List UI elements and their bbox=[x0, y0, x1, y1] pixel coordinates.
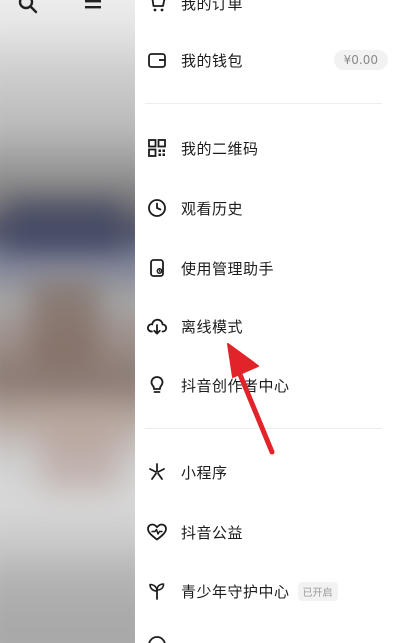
menu-item-label: 青少年守护中心 bbox=[181, 582, 290, 601]
menu-item-youth-protection[interactable]: 青少年守护中心 已开启 bbox=[145, 576, 400, 606]
side-drawer: 我的订单 我的钱包 ¥0.00 我的二维码 观看历史 使用管理助手 离线模式 抖… bbox=[135, 0, 400, 643]
menu-item-orders[interactable]: 我的订单 bbox=[145, 0, 400, 18]
top-icons bbox=[18, 0, 102, 14]
qrcode-icon bbox=[145, 136, 169, 160]
partial-icon bbox=[145, 633, 169, 643]
menu-item-qrcode[interactable]: 我的二维码 bbox=[145, 133, 400, 163]
sprout-icon bbox=[145, 579, 169, 603]
menu-item-label: 离线模式 bbox=[181, 317, 244, 336]
phone-icon bbox=[145, 256, 169, 280]
clock-icon bbox=[145, 196, 169, 220]
menu-item-label: 使用管理助手 bbox=[181, 259, 275, 278]
menu-item-label: 观看历史 bbox=[181, 199, 244, 218]
menu-item-usage-manager[interactable]: 使用管理助手 bbox=[145, 253, 400, 283]
blurred-blob bbox=[10, 200, 120, 250]
menu-item-label: 小程序 bbox=[181, 463, 228, 482]
divider bbox=[145, 103, 382, 104]
blurred-blob bbox=[30, 280, 100, 370]
screen: 我的订单 我的钱包 ¥0.00 我的二维码 观看历史 使用管理助手 离线模式 抖… bbox=[0, 0, 400, 643]
menu-item-wallet[interactable]: 我的钱包 ¥0.00 bbox=[145, 45, 400, 75]
menu-item-label: 我的二维码 bbox=[181, 139, 259, 158]
menu-item-partial[interactable] bbox=[145, 630, 400, 643]
menu-item-label: 抖音公益 bbox=[181, 523, 244, 542]
sparkle-icon bbox=[145, 460, 169, 484]
heart-icon bbox=[145, 520, 169, 544]
menu-item-label: 抖音创作者中心 bbox=[181, 376, 290, 395]
menu-item-offline-mode[interactable]: 离线模式 bbox=[145, 311, 400, 341]
lightbulb-icon bbox=[145, 373, 169, 397]
cart-icon bbox=[145, 0, 169, 15]
cloud-download-icon bbox=[145, 314, 169, 338]
wallet-icon bbox=[145, 48, 169, 72]
background-app-blurred bbox=[0, 0, 135, 643]
menu-item-creator-center[interactable]: 抖音创作者中心 bbox=[145, 370, 400, 400]
menu-item-label: 我的订单 bbox=[181, 0, 244, 13]
menu-item-label: 我的钱包 bbox=[181, 51, 244, 70]
menu-icon[interactable] bbox=[84, 0, 102, 14]
menu-item-mini-program[interactable]: 小程序 bbox=[145, 457, 400, 487]
status-badge: 已开启 bbox=[297, 581, 338, 601]
wallet-balance-badge: ¥0.00 bbox=[333, 50, 388, 70]
blurred-blob bbox=[40, 420, 120, 490]
divider bbox=[145, 428, 382, 429]
menu-item-history[interactable]: 观看历史 bbox=[145, 193, 400, 223]
search-icon[interactable] bbox=[18, 0, 38, 14]
menu-item-charity[interactable]: 抖音公益 bbox=[145, 517, 400, 547]
